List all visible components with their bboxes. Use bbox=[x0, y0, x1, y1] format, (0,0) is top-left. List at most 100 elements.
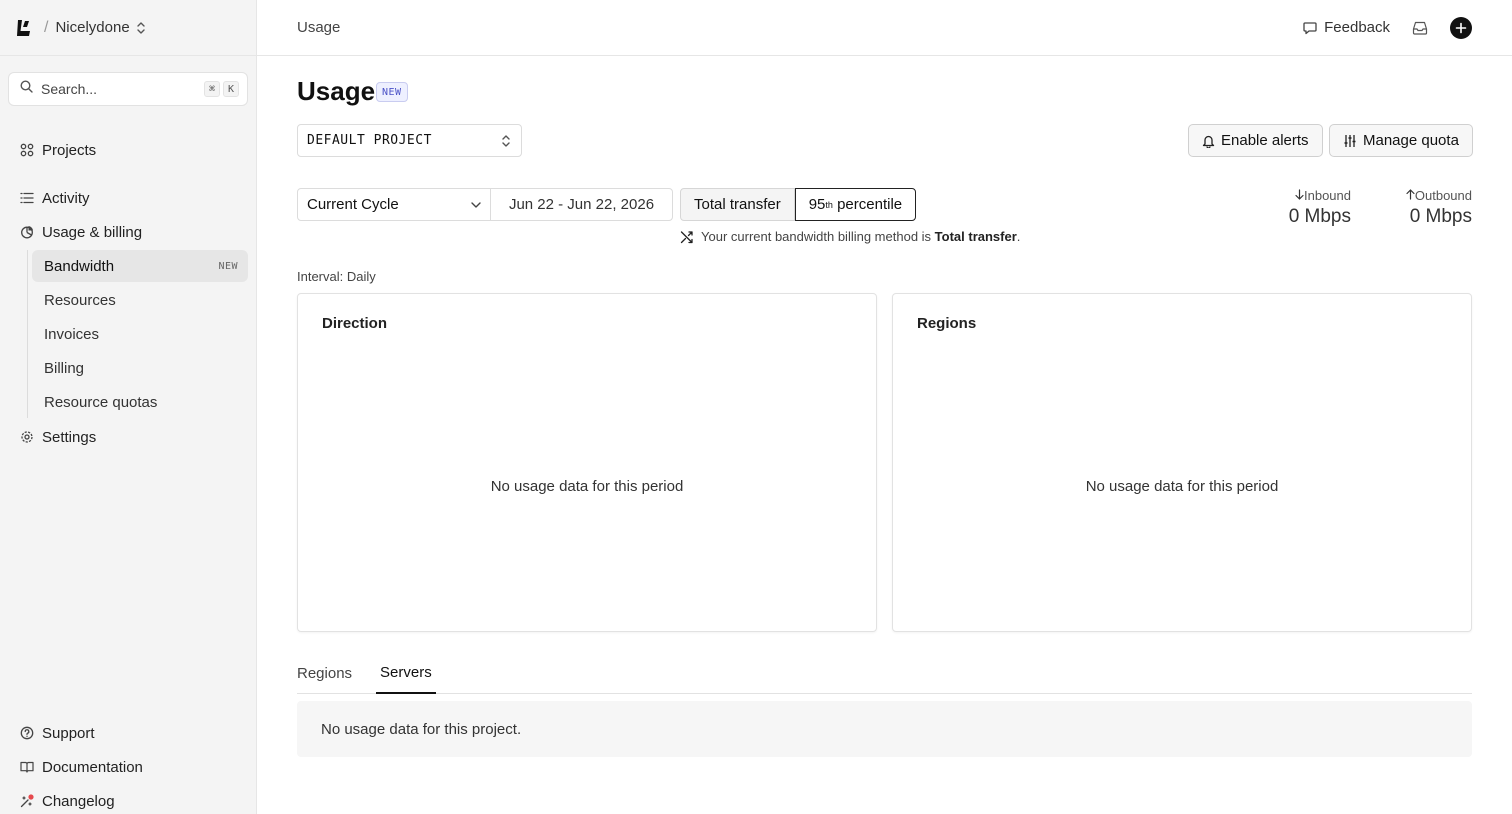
notification-dot bbox=[28, 794, 34, 800]
percentile-option[interactable]: 95th percentile bbox=[794, 188, 917, 221]
billing-method-value: Total transfer bbox=[934, 229, 1017, 244]
percentile-word: percentile bbox=[837, 196, 903, 213]
breakdown-tabs: Regions Servers bbox=[297, 659, 1472, 694]
breadcrumb[interactable]: Usage bbox=[297, 19, 340, 36]
create-plus-button[interactable] bbox=[1450, 16, 1472, 39]
direction-card: Direction No usage data for this period bbox=[297, 293, 877, 632]
arrow-down-icon bbox=[1295, 188, 1304, 203]
top-bar: Usage Feedback bbox=[257, 0, 1512, 56]
total-transfer-option[interactable]: Total transfer bbox=[680, 188, 795, 221]
shortcut-cmd-key: ⌘ bbox=[204, 81, 220, 97]
sidebar-item-label: Documentation bbox=[42, 758, 143, 776]
percentile-number: 95 bbox=[808, 196, 826, 213]
cycle-select[interactable]: Current Cycle bbox=[298, 189, 491, 220]
chevron-up-down-icon[interactable] bbox=[136, 21, 146, 35]
project-select-value: DEFAULT PROJECT bbox=[307, 133, 432, 148]
sidebar-item-label: Changelog bbox=[42, 792, 115, 810]
date-range-value: Jun 22 - Jun 22, 2026 bbox=[508, 196, 655, 213]
enable-alerts-button[interactable]: Enable alerts bbox=[1188, 124, 1323, 157]
project-select[interactable]: DEFAULT PROJECT bbox=[297, 124, 522, 157]
message-icon bbox=[1303, 21, 1317, 35]
shuffle-icon bbox=[680, 230, 694, 244]
sidebar-item-projects[interactable]: Projects bbox=[8, 134, 248, 166]
sidebar-item-label: Usage & billing bbox=[42, 223, 143, 241]
regions-card: Regions No usage data for this period bbox=[892, 293, 1472, 632]
org-name[interactable]: Nicelydone bbox=[55, 19, 129, 36]
sidebar-item-resources[interactable]: Resources bbox=[32, 284, 248, 316]
outbound-value: 0 Mbps bbox=[1409, 206, 1472, 227]
billing-method-note: Your current bandwidth billing method is… bbox=[680, 229, 1020, 244]
sidebar-item-settings[interactable]: Settings bbox=[8, 421, 248, 453]
date-range-picker[interactable]: Jun 22 - Jun 22, 2026 bbox=[491, 189, 672, 220]
manage-quota-button[interactable]: Manage quota bbox=[1329, 124, 1473, 157]
feedback-button[interactable]: Feedback bbox=[1303, 19, 1390, 36]
tab-regions[interactable]: Regions bbox=[297, 659, 352, 694]
sidebar-item-label: Support bbox=[42, 724, 95, 742]
grid-icon bbox=[20, 143, 34, 157]
shortcut-k-key: K bbox=[223, 81, 239, 97]
submenu-guide-line bbox=[27, 250, 28, 418]
direction-empty-state: No usage data for this period bbox=[490, 478, 684, 495]
billing-method-prefix: Your current bandwidth billing method is bbox=[701, 229, 932, 244]
outbound-label: Outbound bbox=[1414, 188, 1472, 203]
sidebar-item-billing[interactable]: Billing bbox=[32, 352, 248, 384]
list-icon bbox=[20, 191, 34, 205]
regions-empty-state: No usage data for this period bbox=[1085, 478, 1279, 495]
tab-servers[interactable]: Servers bbox=[376, 659, 436, 694]
inbound-stat: Inbound 0 Mbps bbox=[1289, 188, 1351, 228]
book-icon bbox=[20, 760, 34, 774]
sidebar-item-label: Resource quotas bbox=[44, 393, 158, 411]
feedback-label: Feedback bbox=[1324, 19, 1390, 36]
search-placeholder: Search... bbox=[41, 81, 98, 97]
top-bar-actions: Feedback bbox=[1303, 16, 1472, 39]
cycle-select-value: Current Cycle bbox=[307, 196, 399, 213]
manage-quota-label: Manage quota bbox=[1363, 132, 1459, 149]
total-transfer-label: Total transfer bbox=[694, 196, 781, 213]
breadcrumb-separator: / bbox=[44, 18, 49, 36]
sidebar-item-changelog[interactable]: Changelog bbox=[8, 785, 248, 814]
sidebar-item-resource-quotas[interactable]: Resource quotas bbox=[32, 386, 248, 418]
new-badge: NEW bbox=[218, 260, 238, 272]
new-badge: NEW bbox=[376, 82, 408, 102]
plus-icon bbox=[1455, 22, 1467, 33]
percentile-suffix: th bbox=[825, 199, 833, 210]
sidebar-item-activity[interactable]: Activity bbox=[8, 182, 248, 214]
app-logo-icon[interactable] bbox=[16, 18, 34, 38]
search-icon bbox=[20, 80, 33, 98]
sidebar-item-label: Billing bbox=[44, 359, 85, 377]
sidebar-item-label: Settings bbox=[42, 428, 97, 446]
bell-icon bbox=[1202, 134, 1215, 148]
sidebar: / Nicelydone Search... ⌘ K Projects Acti… bbox=[0, 0, 257, 814]
search-input[interactable]: Search... ⌘ K bbox=[8, 72, 248, 106]
sparkle-icon bbox=[20, 794, 34, 808]
cycle-filter: Current Cycle Jun 22 - Jun 22, 2026 bbox=[297, 188, 673, 221]
table-empty-state: No usage data for this project. bbox=[297, 701, 1472, 757]
interval-label: Interval: Daily bbox=[297, 269, 376, 284]
gear-icon bbox=[20, 430, 34, 444]
enable-alerts-label: Enable alerts bbox=[1221, 132, 1309, 149]
inbox-icon[interactable] bbox=[1412, 21, 1428, 35]
chevron-up-down-icon bbox=[501, 134, 511, 148]
org-switcher[interactable]: / Nicelydone bbox=[0, 0, 256, 56]
sidebar-item-documentation[interactable]: Documentation bbox=[8, 751, 248, 783]
sidebar-item-label: Invoices bbox=[44, 325, 100, 343]
direction-card-title: Direction bbox=[322, 315, 388, 332]
chevron-down-icon bbox=[470, 199, 482, 211]
sidebar-item-support[interactable]: Support bbox=[8, 717, 248, 749]
sidebar-item-label: Activity bbox=[42, 189, 90, 207]
regions-card-title: Regions bbox=[917, 315, 977, 332]
sidebar-item-label: Bandwidth bbox=[44, 257, 115, 275]
page-title: Usage bbox=[297, 76, 376, 106]
sidebar-item-label: Resources bbox=[44, 291, 116, 309]
billing-method-suffix: . bbox=[1016, 229, 1021, 244]
sidebar-item-usage-billing[interactable]: Usage & billing bbox=[8, 216, 248, 248]
billing-method-toggle: Total transfer 95th percentile bbox=[680, 188, 917, 221]
inbound-label: Inbound bbox=[1304, 188, 1351, 203]
sliders-icon bbox=[1343, 134, 1357, 148]
sidebar-item-invoices[interactable]: Invoices bbox=[32, 318, 248, 350]
sidebar-item-label: Projects bbox=[42, 141, 97, 159]
sidebar-item-bandwidth[interactable]: Bandwidth NEW bbox=[32, 250, 248, 282]
pie-chart-icon bbox=[20, 225, 34, 239]
help-circle-icon bbox=[20, 726, 34, 740]
arrow-up-icon bbox=[1406, 188, 1415, 203]
